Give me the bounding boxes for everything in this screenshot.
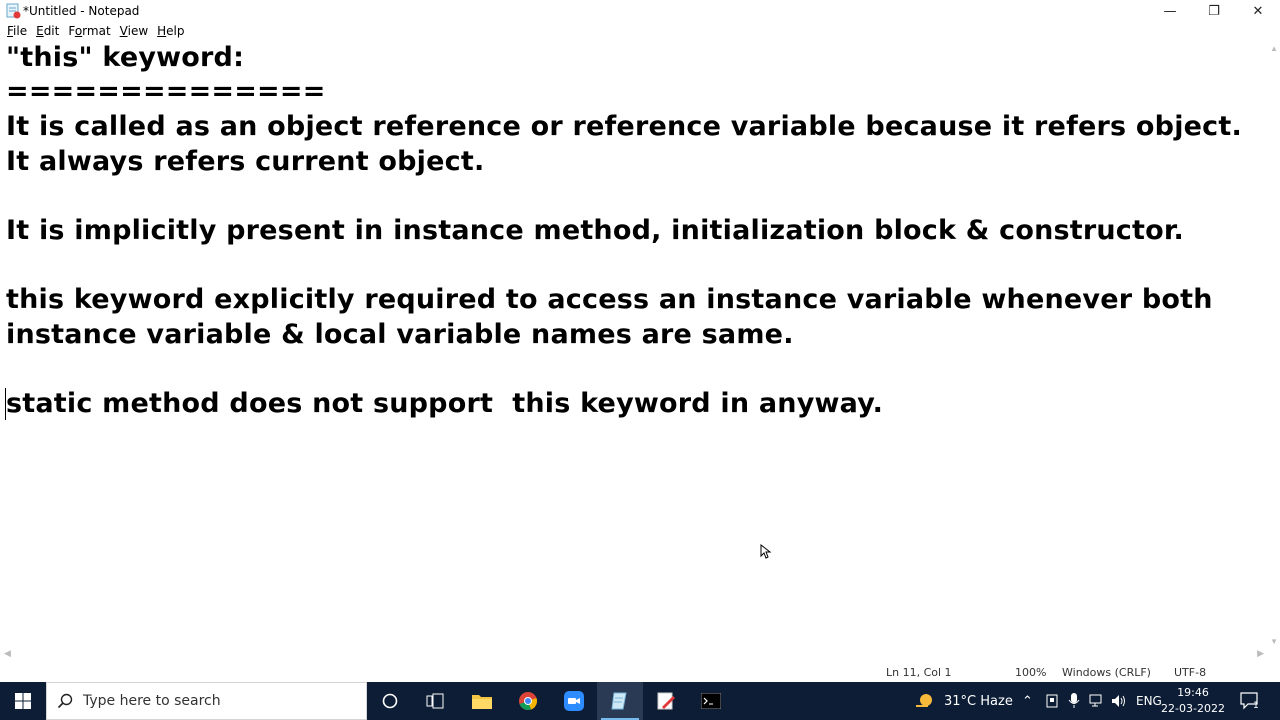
notepad-app-icon: [6, 3, 21, 19]
status-bar: Ln 11, Col 1 100% Windows (CRLF) UTF-8: [0, 662, 1280, 682]
minimize-icon: —: [1163, 3, 1177, 19]
chrome-icon: [519, 692, 538, 711]
speaker-icon: [1112, 695, 1125, 707]
terminal-button[interactable]: [688, 682, 734, 720]
taskbar: Type here to search 31°C Haze ⌃ ENG 19:4…: [0, 682, 1280, 720]
menu-file[interactable]: File: [7, 24, 27, 38]
menu-format-mnemonic: o: [74, 24, 83, 38]
menu-view-key: V: [119, 24, 128, 38]
editor-line: It is called as an object reference or r…: [6, 111, 1242, 142]
notepad-window: *Untitled - Notepad — ❐ ✕ File Edit Form…: [0, 0, 1280, 682]
file-explorer-button[interactable]: [459, 682, 505, 720]
weather-text: 31°C Haze: [944, 693, 1013, 709]
editor-line: "this" keyword:: [6, 42, 245, 73]
network-icon: [1089, 694, 1102, 707]
menu-help-rest: elp: [166, 24, 185, 38]
cortana-button[interactable]: [367, 682, 413, 720]
menu-edit-key: E: [36, 24, 44, 38]
chevron-up-icon: ⌃: [1022, 693, 1033, 709]
editor-line: instance variable & local variable names…: [6, 319, 794, 350]
tray-meet-icon[interactable]: [1045, 682, 1059, 720]
editor-line: It always refers current object.: [6, 146, 485, 177]
pdf-editor-icon: [657, 692, 675, 710]
network-button[interactable]: [1089, 682, 1105, 720]
mouse-pointer-icon: [760, 544, 772, 559]
vertical-scrollbar[interactable]: ▲ ▼: [1268, 40, 1280, 650]
taskbar-search-box[interactable]: Type here to search: [46, 682, 367, 720]
notification-center-button[interactable]: 1: [1240, 682, 1259, 720]
menu-help[interactable]: Help: [157, 24, 184, 38]
menu-format-rest: ormat: [74, 24, 111, 38]
notepad-icon: [611, 692, 627, 710]
encoding: UTF-8: [1174, 666, 1207, 679]
menu-edit-rest: dit: [43, 24, 60, 38]
language-indicator[interactable]: ENG: [1136, 682, 1162, 720]
cortana-icon: [382, 693, 398, 709]
device-icon: [1046, 694, 1058, 708]
windows-logo-icon: [15, 693, 31, 709]
horizontal-scrollbar[interactable]: ◀ ▶: [0, 648, 1268, 660]
text-editor[interactable]: "this" keyword: ============== It is cal…: [0, 40, 1268, 650]
notification-count: 1: [1253, 701, 1259, 711]
menu-help-key: H: [157, 24, 167, 38]
editor-line: It is implicitly present in instance met…: [6, 215, 1184, 246]
chrome-button[interactable]: [505, 682, 551, 720]
line-ending: Windows (CRLF): [1062, 666, 1151, 679]
zoom-level: 100%: [1015, 666, 1047, 679]
search-icon: [57, 693, 73, 709]
cursor-position: Ln 11, Col 1: [886, 666, 952, 679]
weather-widget[interactable]: 31°C Haze: [914, 682, 1013, 720]
weather-haze-icon: [916, 694, 932, 707]
scroll-left-icon[interactable]: ◀: [4, 648, 11, 659]
folder-icon: [472, 695, 492, 709]
show-hidden-icons-button[interactable]: ⌃: [1022, 682, 1033, 720]
task-view-button[interactable]: [412, 682, 458, 720]
minimize-button[interactable]: —: [1148, 0, 1192, 22]
menu-view[interactable]: View: [120, 24, 148, 38]
title-bar[interactable]: *Untitled - Notepad — ❐ ✕: [0, 0, 1280, 22]
start-button[interactable]: [0, 682, 46, 720]
text-caret: [5, 388, 6, 420]
restore-icon: ❐: [1208, 3, 1220, 19]
clock-time: 19:46: [1177, 686, 1209, 699]
scroll-up-icon[interactable]: ▲: [1270, 44, 1278, 53]
editor-line: this keyword explicitly required to acce…: [6, 284, 1213, 315]
volume-button[interactable]: [1111, 682, 1127, 720]
notepad-taskbar-button[interactable]: [597, 682, 643, 720]
clock[interactable]: 19:46 22-03-2022: [1160, 685, 1226, 717]
clock-date: 22-03-2022: [1161, 702, 1225, 715]
restore-button[interactable]: ❐: [1192, 0, 1236, 22]
microphone-button[interactable]: [1068, 682, 1080, 720]
menu-bar: File Edit Format View Help: [0, 22, 1280, 40]
zoom-app-button[interactable]: [551, 682, 597, 720]
editor-line: ==============: [6, 76, 326, 107]
task-view-icon: [426, 693, 444, 709]
microphone-icon: [1068, 693, 1080, 708]
search-placeholder: Type here to search: [83, 693, 221, 709]
menu-file-rest: ile: [13, 24, 28, 38]
close-button[interactable]: ✕: [1236, 0, 1280, 22]
zoom-video-icon: [564, 691, 584, 711]
language-text: ENG: [1136, 694, 1162, 708]
scroll-down-icon[interactable]: ▼: [1270, 637, 1278, 646]
terminal-icon: [701, 693, 721, 709]
pdf-app-button[interactable]: [643, 682, 689, 720]
editor-line: static method does not support this keyw…: [6, 388, 884, 419]
window-title: *Untitled - Notepad: [23, 4, 140, 18]
menu-format[interactable]: Format: [68, 24, 110, 38]
menu-edit[interactable]: Edit: [36, 24, 59, 38]
scroll-right-icon[interactable]: ▶: [1257, 648, 1264, 659]
menu-view-rest: iew: [127, 24, 149, 38]
close-icon: ✕: [1252, 3, 1264, 19]
